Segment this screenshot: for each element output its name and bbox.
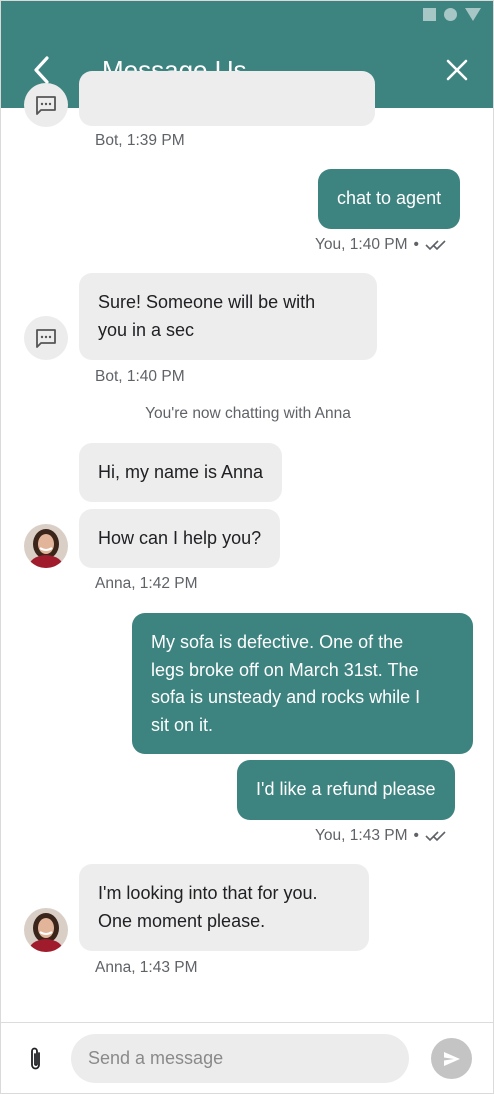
message-bubble-user: chat to agent <box>318 169 461 229</box>
message-bubble-user: My sofa is defective. One of the legs br… <box>132 613 473 754</box>
meta-separator: • <box>413 236 419 253</box>
message-line: One moment please. <box>98 910 266 931</box>
close-button[interactable] <box>440 53 474 87</box>
system-message: You're now chatting with Anna <box>145 405 351 422</box>
back-button[interactable] <box>25 53 57 87</box>
agent-photo <box>24 908 68 952</box>
back-arrow-icon <box>34 56 49 84</box>
send-button[interactable] <box>431 1038 472 1079</box>
send-icon <box>443 1051 460 1066</box>
message-line: My sofa is defective. One of the <box>151 632 404 652</box>
bot-chat-icon <box>36 96 56 115</box>
message-bubble-agent: I'm looking into that for you. One momen… <box>79 864 369 951</box>
bot-chat-icon <box>36 329 56 348</box>
bot-avatar <box>24 316 68 360</box>
message-time: You, 1:40 PM <box>315 236 408 253</box>
message-bubble-agent: How can I help you? <box>79 509 281 568</box>
agent-avatar <box>24 524 68 568</box>
agent-avatar <box>24 908 68 952</box>
message-bubble-agent: Hi, my name is Anna <box>79 443 283 502</box>
status-bar-icons <box>423 8 481 21</box>
message-bubble-bot: Sure! Someone will be with you in a sec <box>79 273 377 360</box>
attach-button[interactable] <box>22 1041 50 1077</box>
message-line: legs broke off on March 31st. The <box>151 659 419 680</box>
message-bubble-user: I'd like a refund please <box>237 760 455 820</box>
paperclip-icon <box>31 1047 40 1070</box>
message-meta: Bot, 1:40 PM <box>95 368 185 385</box>
message-meta: Anna, 1:42 PM <box>95 575 198 592</box>
message-input[interactable] <box>71 1034 409 1083</box>
bot-avatar <box>24 83 68 127</box>
message-line: Sure! Someone will be with <box>98 292 316 312</box>
close-icon <box>446 59 468 81</box>
triangle-icon <box>465 8 481 21</box>
message-meta: Anna, 1:43 PM <box>95 959 198 976</box>
read-receipt-icon <box>425 831 446 842</box>
message-line: sit on it. <box>151 714 214 735</box>
message-line: sofa is unsteady and rocks while I <box>151 687 421 707</box>
message-bubble-bot <box>79 71 375 126</box>
message-composer <box>1 1022 493 1093</box>
square-icon <box>423 8 436 21</box>
read-receipt-icon <box>425 240 446 251</box>
message-meta: You, 1:43 PM • <box>315 826 447 846</box>
message-time: You, 1:43 PM <box>315 827 408 844</box>
message-line: I'm looking into that for you. <box>98 883 318 903</box>
agent-photo <box>24 524 68 568</box>
chat-window: Message Us Bot, 1:39 PM chat to agent Yo… <box>0 0 494 1094</box>
message-meta: You, 1:40 PM • <box>315 235 447 255</box>
circle-icon <box>444 8 457 21</box>
message-line: you in a sec <box>98 319 195 340</box>
meta-separator: • <box>413 827 419 844</box>
message-meta: Bot, 1:39 PM <box>95 132 185 149</box>
